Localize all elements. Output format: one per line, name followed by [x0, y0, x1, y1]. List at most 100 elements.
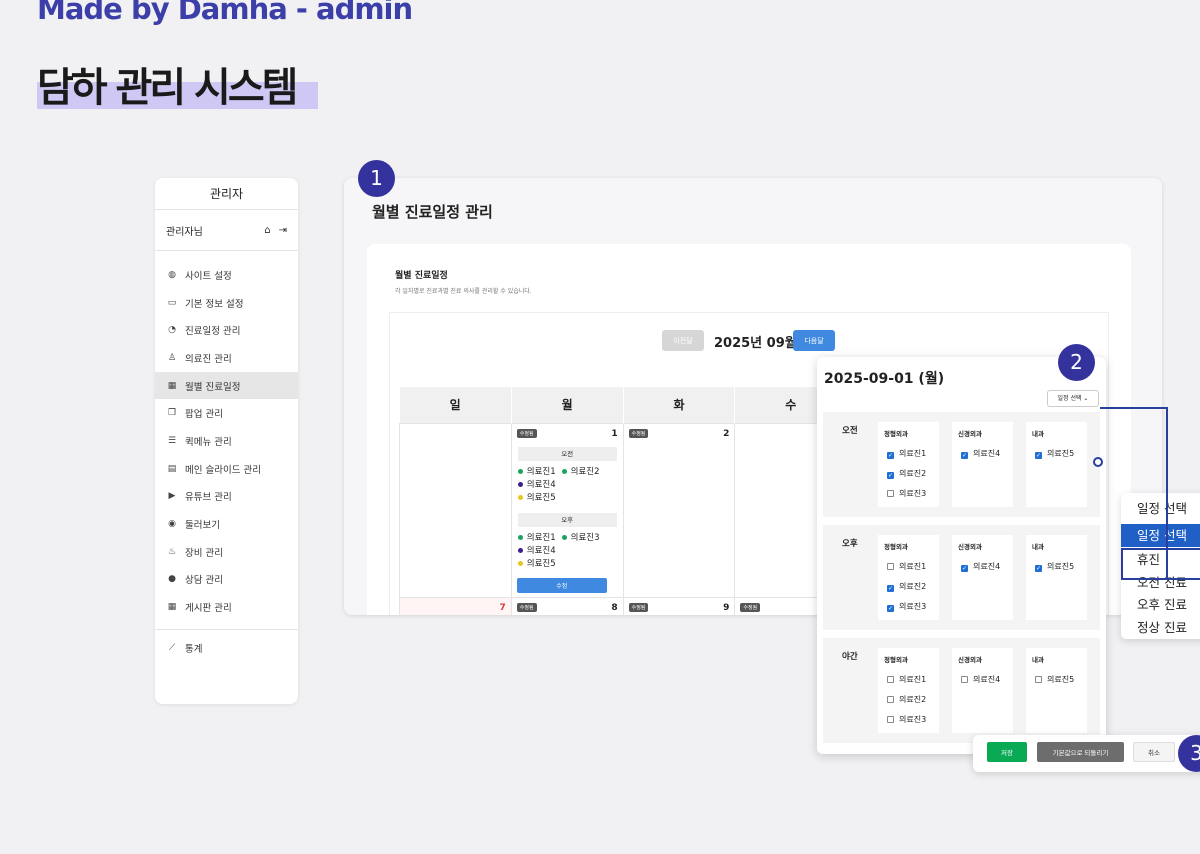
- sidebar-item[interactable]: ☰ 퀵메뉴 관리: [155, 427, 298, 455]
- sidebar-item[interactable]: ▶ 유튜브 관리: [155, 483, 298, 511]
- logout-icon[interactable]: ⇥: [279, 225, 287, 236]
- dropdown-option[interactable]: 오후 진료: [1121, 593, 1200, 616]
- doctor-checkbox[interactable]: 의료진2: [878, 690, 939, 710]
- cancel-button[interactable]: 취소: [1133, 742, 1175, 762]
- sidebar-item-label: 월별 진료일정: [185, 381, 241, 393]
- doctor-entry: 의료진1: [517, 466, 556, 479]
- doctor-name: 의료진3: [899, 715, 927, 724]
- unchecked-icon[interactable]: [887, 716, 894, 723]
- calendar-cell-day9[interactable]: 수정됨 9: [622, 596, 736, 615]
- checked-icon[interactable]: ✓: [1035, 452, 1042, 459]
- sidebar-item[interactable]: ▦ 월별 진료일정: [155, 371, 298, 400]
- status-dot-icon: [517, 547, 523, 553]
- connector-ring: [1093, 457, 1103, 467]
- department-name: 신경외과: [958, 656, 982, 664]
- doctor-checkbox[interactable]: ✓ 의료진4: [952, 444, 1013, 464]
- checked-icon[interactable]: ✓: [1035, 565, 1042, 572]
- doctor-line: 의료진5: [512, 492, 623, 505]
- edit-button[interactable]: 수정: [516, 577, 607, 593]
- doctor-name: 의료진1: [526, 532, 556, 543]
- page-title-block: 담하 관리 시스템: [37, 55, 318, 113]
- department-box: 정형외과 의료진1 ✓ 의료진2 ✓ 의료진3: [878, 535, 939, 620]
- checked-icon[interactable]: ✓: [887, 472, 894, 479]
- sidebar-item[interactable]: ▤ 메인 슬라이드 관리: [155, 455, 298, 483]
- sidebar-item[interactable]: ● 상담 관리: [155, 566, 298, 594]
- unchecked-icon[interactable]: [887, 696, 894, 703]
- modified-badge: 수정됨: [516, 429, 537, 438]
- status-dot-icon: [517, 560, 523, 566]
- doctor-checkbox[interactable]: 의료진5: [1026, 670, 1087, 690]
- checked-icon[interactable]: ✓: [961, 565, 968, 572]
- department-box: 내과 ✓ 의료진5: [1026, 535, 1087, 620]
- doctor-checkbox[interactable]: 의료진1: [878, 557, 939, 577]
- dropdown-option[interactable]: 정상 진료: [1121, 616, 1200, 639]
- department-box: 신경외과 ✓ 의료진4: [952, 535, 1013, 620]
- doctor-entry: 의료진1: [517, 532, 556, 545]
- sidebar-item[interactable]: ◍ 사이트 설정: [155, 261, 298, 289]
- doctor-checkbox[interactable]: 의료진3: [878, 484, 939, 504]
- dropdown-option[interactable]: 일정 선택: [1121, 524, 1200, 547]
- sidebar-item[interactable]: ◉ 둘러보기: [155, 510, 298, 538]
- weekday-tue: 화: [623, 387, 736, 423]
- doctor-name: 의료진4: [973, 562, 1001, 571]
- prev-month-button[interactable]: 이전달: [662, 330, 704, 351]
- main-title: 월별 진료일정 관리: [372, 203, 493, 221]
- eye-icon: ◉: [168, 519, 176, 530]
- sidebar-item[interactable]: ▦ 게시판 관리: [155, 593, 298, 621]
- doctor-checkbox[interactable]: 의료진3: [878, 710, 939, 730]
- unchecked-icon[interactable]: [887, 490, 894, 497]
- unchecked-icon[interactable]: [1035, 676, 1042, 683]
- doctor-checkbox[interactable]: ✓ 의료진4: [952, 557, 1013, 577]
- calendar-cell-day8[interactable]: 수정됨 8: [510, 596, 624, 615]
- sidebar-item[interactable]: ◔ 진료일정 관리: [155, 316, 298, 344]
- sidebar-item-stats[interactable]: ⟋ 통계: [155, 634, 298, 662]
- doctor-checkbox[interactable]: ✓ 의료진2: [878, 577, 939, 597]
- doctor-checkbox[interactable]: ✓ 의료진3: [878, 597, 939, 617]
- sidebar-item[interactable]: ♨ 장비 관리: [155, 538, 298, 566]
- doctor-checkbox[interactable]: ✓ 의료진5: [1026, 444, 1087, 464]
- doctor-checkbox[interactable]: ✓ 의료진2: [878, 464, 939, 484]
- shift-label-am: 오전: [517, 446, 617, 461]
- department-box: 내과 의료진5: [1026, 648, 1087, 733]
- unchecked-icon[interactable]: [887, 563, 894, 570]
- unchecked-icon[interactable]: [961, 676, 968, 683]
- unchecked-icon[interactable]: [887, 676, 894, 683]
- doctor-checkbox[interactable]: 의료진4: [952, 670, 1013, 690]
- checked-icon[interactable]: ✓: [887, 452, 894, 459]
- sidebar-item[interactable]: ❐ 팝업 관리: [155, 399, 298, 427]
- reset-button[interactable]: 기본값으로 되돌리기: [1037, 742, 1124, 762]
- list-icon: ☰: [167, 435, 177, 446]
- department-name: 신경외과: [958, 543, 982, 551]
- modified-badge: 수정됨: [628, 603, 649, 612]
- doctor-checkbox[interactable]: 의료진1: [878, 670, 939, 690]
- home-icon[interactable]: ⌂: [264, 225, 270, 236]
- doctor-checkbox[interactable]: ✓ 의료진1: [878, 444, 939, 464]
- checked-icon[interactable]: ✓: [961, 452, 968, 459]
- doctor-checkbox[interactable]: ✓ 의료진5: [1026, 557, 1087, 577]
- doctor-name: 의료진3: [899, 602, 927, 611]
- sidebar-item-label: 팝업 관리: [185, 409, 223, 421]
- calendar-cell-day1[interactable]: 수정됨 1 오전 의료진1 의료진2 의료진4 의료진5 오후 의료진1 의료진3 …: [510, 422, 624, 598]
- globe-icon: ◍: [168, 269, 176, 280]
- department-name: 정형외과: [884, 430, 908, 438]
- doctor-name: 의료진1: [899, 562, 927, 571]
- sidebar-item[interactable]: ▭ 기본 정보 설정: [155, 289, 298, 317]
- calendar-cell-day7[interactable]: 7: [399, 596, 512, 615]
- sidebar-user: 관리자님 ⌂ ⇥: [155, 210, 298, 251]
- calendar-cell-day2[interactable]: 수정됨 2: [622, 422, 736, 598]
- next-month-button[interactable]: 다음달: [793, 330, 835, 351]
- save-button[interactable]: 저장: [987, 742, 1027, 762]
- checked-icon[interactable]: ✓: [887, 585, 894, 592]
- doctor-name: 의료진1: [526, 466, 556, 477]
- sidebar-menu: ◍ 사이트 설정 ▭ 기본 정보 설정 ◔ 진료일정 관리 ♙ 의료진 관리 ▦ 월별 진료일정 ❐…: [155, 251, 298, 621]
- sidebar-item-label: 진료일정 관리: [185, 326, 241, 338]
- doctor-line: 의료진1 의료진2: [512, 466, 623, 479]
- dropdown-current[interactable]: 일정 선택: [1121, 497, 1200, 520]
- checked-icon[interactable]: ✓: [887, 605, 894, 612]
- department-name: 정형외과: [884, 656, 908, 664]
- popup-date: 2025-09-01 (월): [824, 371, 945, 387]
- schedule-select[interactable]: 일정 선택 ⌄: [1047, 390, 1099, 407]
- sidebar-item-label: 메인 슬라이드 관리: [185, 464, 261, 476]
- sidebar-item[interactable]: ♙ 의료진 관리: [155, 344, 298, 372]
- page-title: 담하 관리 시스템: [37, 65, 298, 111]
